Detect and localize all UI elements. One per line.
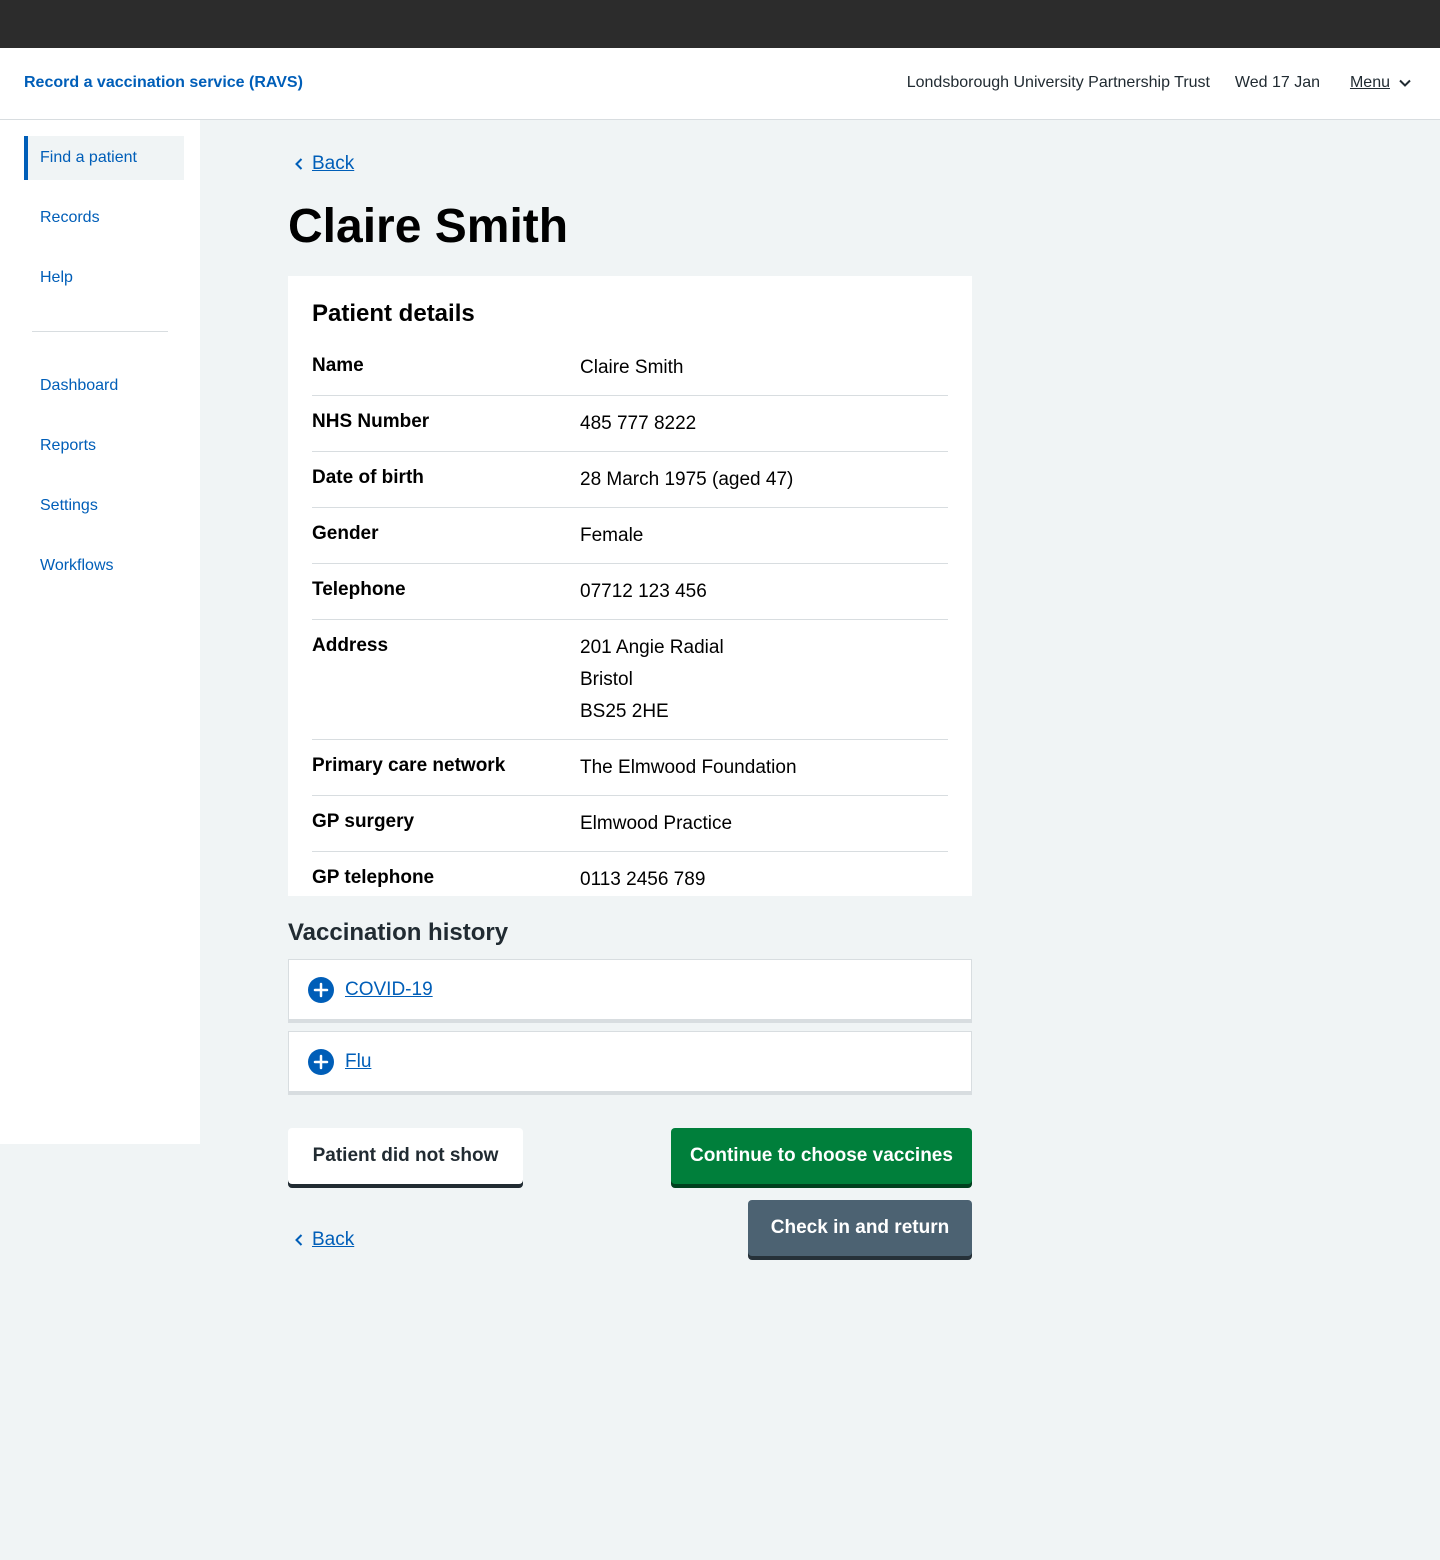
sidebar-item-help[interactable]: Help (24, 256, 184, 300)
sidebar-item-settings[interactable]: Settings (24, 484, 184, 528)
plus-circle-icon (308, 1048, 334, 1075)
address-line: BS25 2HE (580, 701, 669, 722)
back-link-top[interactable]: Back (294, 152, 354, 176)
address-line: 201 Angie Radial (580, 637, 724, 658)
detail-row-date-of-birth: Date of birth 28 March 1975 (aged 47) (312, 452, 948, 508)
detail-value: Elmwood Practice (580, 813, 733, 834)
detail-value: The Elmwood Foundation (580, 757, 797, 778)
detail-row-gender: Gender Female (312, 508, 948, 564)
detail-key: GP telephone (312, 867, 435, 888)
detail-row-address: Address 201 Angie Radial Bristol BS25 2H… (312, 620, 948, 740)
detail-key: Primary care network (312, 755, 506, 776)
sidebar-divider (32, 331, 168, 332)
detail-key: Address (312, 635, 389, 656)
check-in-and-return-button[interactable]: Check in and return (748, 1200, 972, 1256)
detail-value: Female (580, 525, 644, 546)
detail-key: GP surgery (312, 811, 415, 832)
current-date: Wed 17 Jan (1234, 74, 1320, 91)
sidebar: Find a patient Records Help Dashboard Re… (0, 120, 200, 1144)
back-link-label: Back (312, 1229, 355, 1250)
detail-row-nhs-number: NHS Number 485 777 8222 (312, 396, 948, 452)
continue-to-choose-vaccines-button[interactable]: Continue to choose vaccines (671, 1128, 972, 1184)
sidebar-item-workflows[interactable]: Workflows (24, 544, 184, 588)
top-bar (0, 0, 1440, 48)
sidebar-item-reports[interactable]: Reports (24, 424, 184, 468)
detail-row-name: Name Claire Smith (312, 340, 948, 396)
header: Record a vaccination service (RAVS) Lond… (0, 48, 1440, 120)
expander-label: Flu (345, 1050, 372, 1072)
sidebar-item-find-a-patient[interactable]: Find a patient (24, 136, 184, 180)
detail-value: 485 777 8222 (580, 413, 697, 434)
detail-key: Name (312, 355, 364, 376)
vaccination-history-heading: Vaccination history (288, 919, 509, 946)
service-name-link[interactable]: Record a vaccination service (RAVS) (24, 72, 303, 94)
sidebar-item-dashboard[interactable]: Dashboard (24, 364, 184, 408)
detail-key: NHS Number (312, 411, 430, 432)
page-title: Claire Smith (288, 200, 569, 253)
detail-key: Gender (312, 523, 379, 544)
sidebar-item-records[interactable]: Records (24, 196, 184, 240)
organisation-name: Londsborough University Partnership Trus… (906, 74, 1210, 91)
expander-label: COVID-19 (345, 978, 433, 1000)
address-line: Bristol (580, 669, 633, 690)
menu-label: Menu (1349, 74, 1390, 91)
expander-covid-19[interactable]: COVID-19 (288, 959, 972, 1023)
detail-row-telephone: Telephone 07712 123 456 (312, 564, 948, 620)
patient-details-heading: Patient details (312, 300, 475, 327)
patient-details-card: Patient details Name Claire Smith NHS Nu… (288, 276, 972, 896)
detail-value: 28 March 1975 (aged 47) (580, 469, 794, 490)
chevron-down-icon (1399, 79, 1411, 87)
detail-value: 0113 2456 789 (580, 869, 706, 890)
detail-row-gp-surgery: GP surgery Elmwood Practice (312, 796, 948, 852)
detail-value: Claire Smith (580, 357, 684, 378)
expander-flu[interactable]: Flu (288, 1031, 972, 1095)
detail-row-primary-care-network: Primary care network The Elmwood Foundat… (312, 740, 948, 796)
back-link-label: Back (312, 153, 355, 174)
detail-row-gp-telephone: GP telephone 0113 2456 789 (312, 852, 948, 907)
patient-did-not-show-button[interactable]: Patient did not show (288, 1128, 523, 1184)
detail-key: Date of birth (312, 467, 424, 488)
menu-button[interactable]: Menu (1350, 72, 1412, 94)
chevron-left-icon (295, 158, 303, 170)
detail-value-address: 201 Angie Radial Bristol BS25 2HE (580, 632, 948, 728)
detail-key: Telephone (312, 579, 406, 600)
detail-value: 07712 123 456 (580, 581, 707, 602)
plus-circle-icon (308, 976, 334, 1003)
chevron-left-icon (295, 1234, 303, 1246)
back-link-bottom[interactable]: Back (294, 1228, 354, 1252)
